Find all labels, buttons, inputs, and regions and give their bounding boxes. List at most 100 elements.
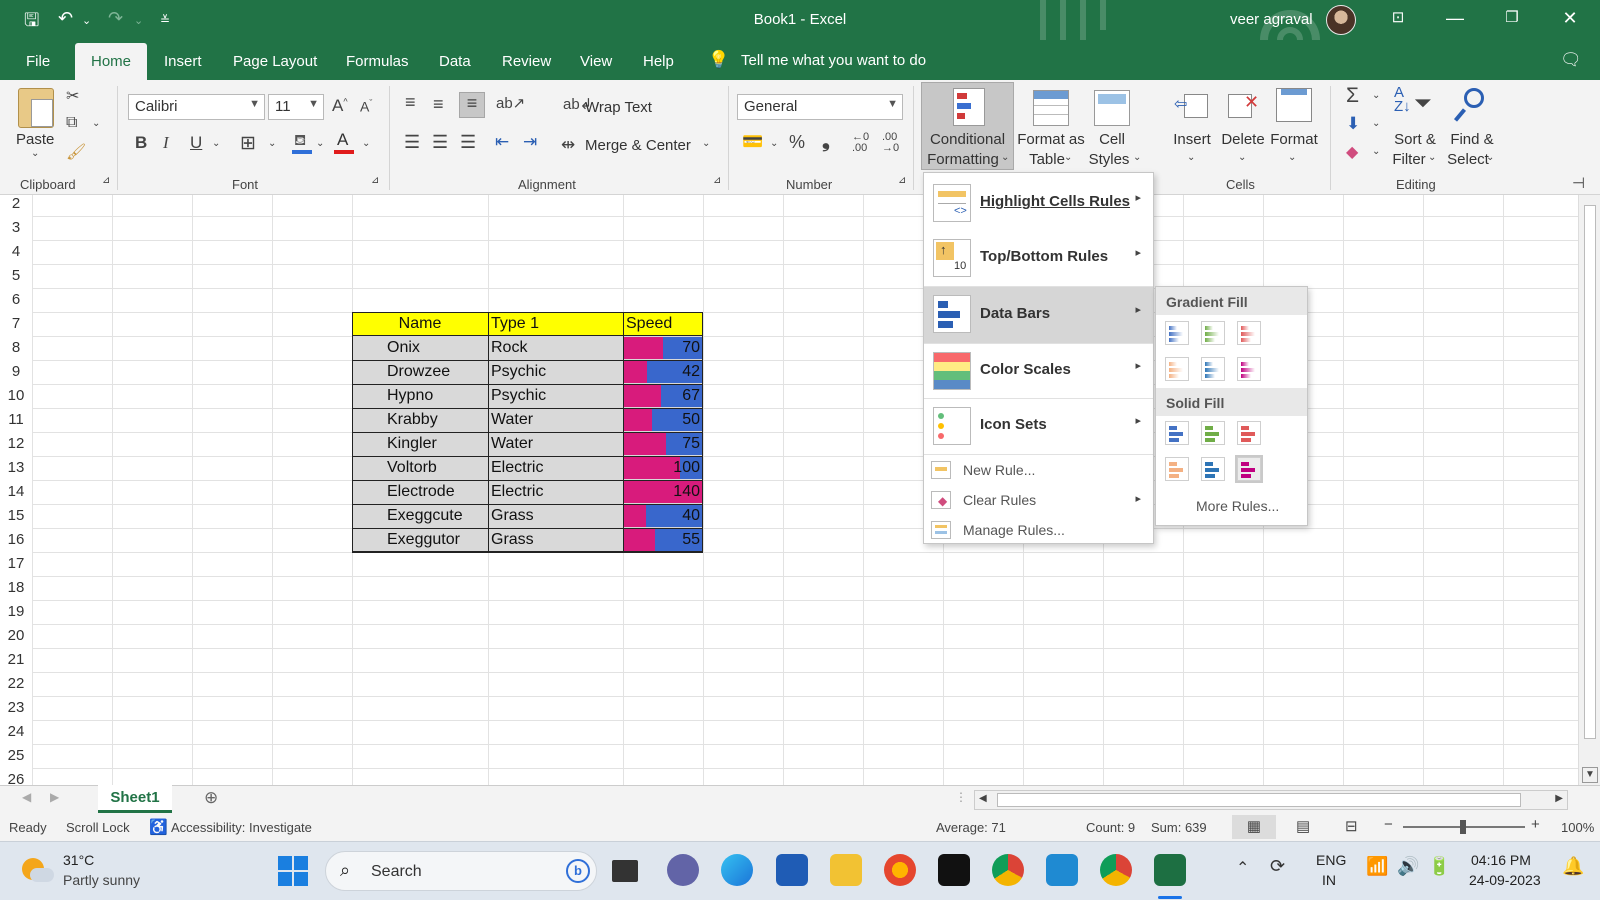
align-middle-icon[interactable]: ≡ — [433, 94, 444, 115]
solid-data-bar-swatch[interactable] — [1237, 421, 1261, 445]
tab-page-layout[interactable]: Page Layout — [233, 53, 317, 70]
vscode-icon[interactable] — [1046, 854, 1078, 886]
accessibility-icon[interactable]: ♿ — [149, 818, 168, 836]
menu-item-highlight-cells-rules[interactable]: <> Highlight Cells Rules ▸ — [924, 176, 1153, 230]
language-code[interactable]: ENG — [1316, 852, 1346, 868]
menu-item-new-rule[interactable]: New Rule... — [924, 455, 1153, 485]
next-sheet-icon[interactable]: ▶ — [50, 790, 59, 804]
table-cell-type[interactable]: Psychic — [488, 384, 623, 408]
table-cell-speed[interactable]: 55 — [623, 528, 703, 552]
font-color-icon[interactable]: A — [334, 130, 354, 154]
italic-button[interactable]: I — [163, 133, 169, 153]
tell-me-search[interactable]: Tell me what you want to do — [741, 52, 926, 69]
taskbar-search[interactable]: ⌕ Search b — [325, 851, 597, 891]
table-cell-type[interactable]: Electric — [488, 456, 623, 480]
bold-button[interactable]: B — [135, 133, 147, 153]
table-cell-speed[interactable]: 140 — [623, 480, 703, 504]
table-cell-speed[interactable]: 67 — [623, 384, 703, 408]
paste-button[interactable]: Paste — [16, 130, 54, 150]
battery-icon[interactable]: 🔋 — [1428, 856, 1450, 877]
format-button[interactable]: Format — [1268, 130, 1320, 150]
cell-styles-label-2[interactable]: Styles — [1086, 150, 1132, 170]
merge-center-icon[interactable]: ⇹ — [561, 135, 575, 155]
table-cell-type[interactable]: Rock — [488, 336, 623, 360]
gradient-data-bar-swatch[interactable] — [1237, 321, 1261, 345]
row-header[interactable]: 11 — [0, 408, 32, 432]
table-cell-speed[interactable]: 70 — [623, 336, 703, 360]
table-cell-speed[interactable]: 50 — [623, 408, 703, 432]
paste-dropdown-icon[interactable]: ⌄ — [31, 148, 39, 159]
row-header[interactable]: 5 — [0, 264, 32, 288]
user-name[interactable]: veer agraval — [1230, 11, 1313, 28]
sheet-tab-sheet1[interactable]: Sheet1 — [98, 785, 172, 813]
close-icon[interactable]: ✕ — [1555, 8, 1585, 29]
zoom-in-icon[interactable]: + — [1531, 816, 1540, 833]
ribbon-display-icon[interactable]: ⊡ — [1383, 8, 1413, 26]
increase-decimal-icon[interactable]: ←0.00 — [852, 132, 869, 154]
format-cells-icon[interactable] — [1276, 88, 1312, 122]
notifications-icon[interactable]: 🔔 — [1562, 856, 1584, 877]
excel-taskbar-icon[interactable] — [1154, 854, 1186, 886]
file-explorer-icon[interactable] — [830, 854, 862, 886]
row-header[interactable]: 21 — [0, 648, 32, 672]
teams-icon[interactable] — [667, 854, 699, 886]
fill-color-icon[interactable]: ⛾ — [292, 132, 312, 154]
table-cell-name[interactable]: Hypno — [384, 384, 488, 408]
align-right-icon[interactable]: ☰ — [460, 132, 476, 153]
number-format-combo[interactable]: General ▼ — [737, 94, 903, 120]
page-layout-view-icon[interactable]: ▤ — [1296, 817, 1310, 835]
volume-icon[interactable]: 🔊 — [1397, 856, 1419, 877]
insert-cells-icon[interactable]: ⇦ — [1174, 90, 1210, 122]
restore-icon[interactable]: ❐ — [1497, 8, 1527, 26]
decrease-font-icon[interactable]: Aˇ — [360, 98, 372, 115]
clock-time[interactable]: 04:16 PM — [1471, 852, 1531, 868]
clock-date[interactable]: 24-09-2023 — [1469, 872, 1541, 888]
fill-dropdown-icon[interactable]: ⌄ — [1372, 118, 1380, 129]
sort-filter-button-2[interactable]: Filter — [1389, 150, 1429, 170]
row-header[interactable]: 23 — [0, 696, 32, 720]
firefox-icon[interactable] — [884, 854, 916, 886]
zoom-slider[interactable] — [1403, 820, 1525, 834]
solid-data-bar-swatch[interactable] — [1201, 421, 1225, 445]
header-cell-name[interactable]: Name — [352, 312, 488, 336]
fill-icon[interactable]: ⬇ — [1346, 114, 1360, 134]
cell-styles-icon[interactable] — [1094, 90, 1130, 126]
wifi-icon[interactable]: 📶 — [1366, 856, 1388, 877]
wrap-text-button[interactable]: Wrap Text — [585, 99, 652, 116]
solid-data-bar-swatch[interactable] — [1235, 455, 1263, 483]
gradient-data-bar-swatch[interactable] — [1237, 357, 1261, 381]
store-icon[interactable] — [776, 854, 808, 886]
comma-button[interactable]: ❟ — [822, 130, 830, 153]
table-cell-type[interactable]: Water — [488, 432, 623, 456]
zoom-level[interactable]: 100% — [1561, 820, 1594, 835]
page-break-view-icon[interactable]: ⊟ — [1345, 817, 1358, 835]
format-painter-icon[interactable]: 🖌 — [66, 142, 86, 162]
insert-button[interactable]: Insert — [1170, 130, 1214, 150]
row-header[interactable]: 10 — [0, 384, 32, 408]
tab-data[interactable]: Data — [439, 53, 471, 70]
increase-indent-icon[interactable]: ⇥ — [523, 132, 537, 152]
menu-item-icon-sets[interactable]: Icon Sets ▸ — [924, 399, 1153, 453]
format-as-table-label[interactable]: Format as — [1017, 130, 1085, 150]
cut-icon[interactable]: ✂ — [66, 86, 79, 106]
chrome-icon[interactable] — [992, 854, 1024, 886]
align-center-icon[interactable]: ☰ — [432, 132, 448, 153]
format-as-table-icon[interactable] — [1033, 90, 1069, 126]
gradient-data-bar-swatch[interactable] — [1165, 321, 1189, 345]
tab-formulas[interactable]: Formulas — [346, 53, 409, 70]
find-select-icon[interactable] — [1453, 86, 1488, 124]
merge-center-button[interactable]: Merge & Center — [585, 137, 691, 154]
currency-icon[interactable]: 💳 — [742, 132, 763, 152]
row-header[interactable]: 12 — [0, 432, 32, 456]
tab-view[interactable]: View — [580, 53, 612, 70]
tab-review[interactable]: Review — [502, 53, 551, 70]
row-header[interactable]: 9 — [0, 360, 32, 384]
language-region[interactable]: IN — [1322, 872, 1336, 888]
row-header[interactable]: 25 — [0, 744, 32, 768]
underline-dropdown-icon[interactable]: ⌄ — [212, 138, 220, 149]
menu-item-manage-rules[interactable]: Manage Rules... — [924, 515, 1153, 545]
table-cell-name[interactable]: Voltorb — [384, 456, 488, 480]
delete-cells-icon[interactable]: ✕ — [1226, 90, 1262, 122]
find-select-button[interactable]: Find & — [1446, 130, 1498, 150]
sync-icon[interactable]: ⟳ — [1270, 856, 1285, 877]
